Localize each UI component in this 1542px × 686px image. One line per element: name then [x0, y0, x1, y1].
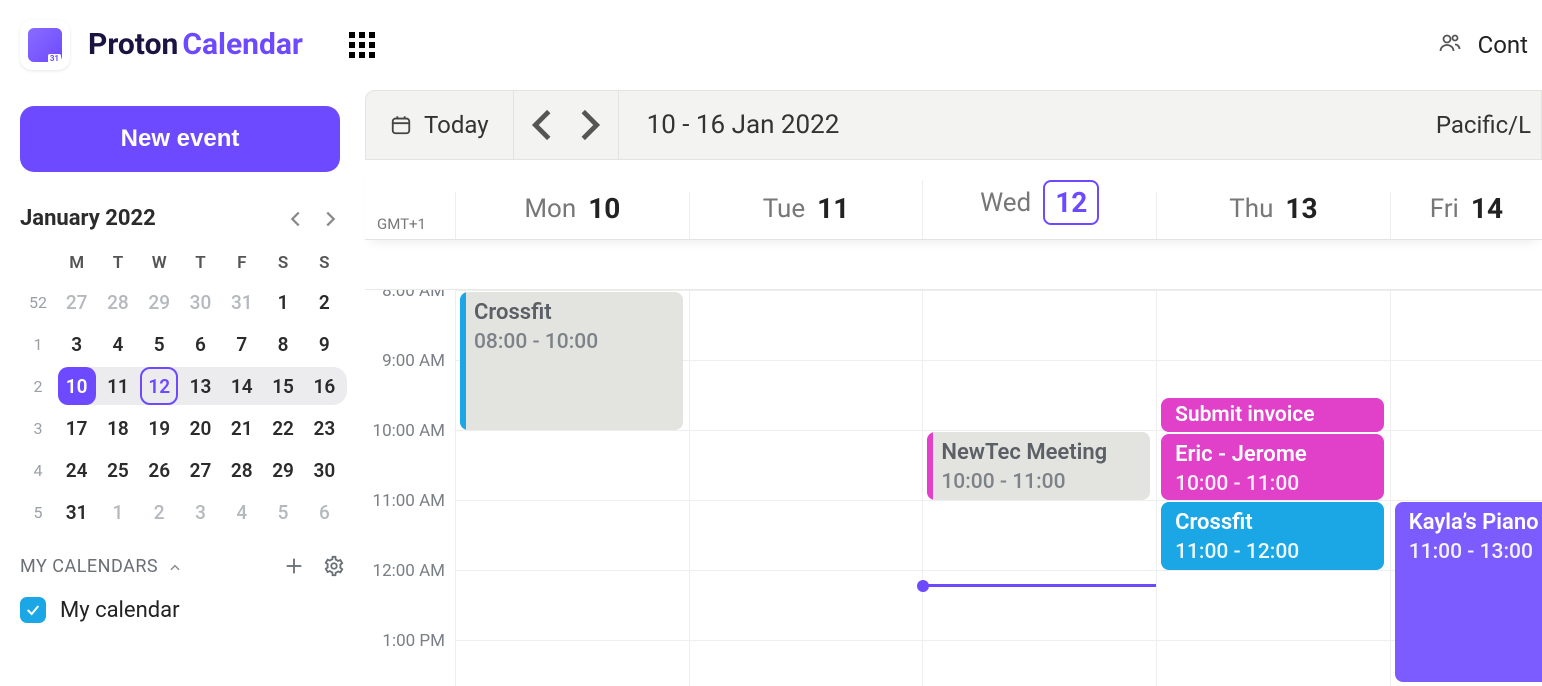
- mini-day[interactable]: 26: [139, 451, 180, 489]
- mini-day[interactable]: 4: [221, 493, 262, 531]
- event-newtec[interactable]: NewTec Meeting 10:00 - 11:00: [927, 432, 1150, 500]
- day-col-mon[interactable]: Crossfit 08:00 - 10:00: [455, 290, 689, 686]
- mini-day[interactable]: 25: [97, 451, 138, 489]
- add-calendar-button[interactable]: [283, 555, 305, 577]
- day-head-fri[interactable]: Fri 14: [1390, 192, 1542, 239]
- date-range: 10 - 16 Jan 2022: [619, 110, 1418, 140]
- mini-day[interactable]: 19: [139, 409, 180, 447]
- allday-row: [365, 240, 1542, 290]
- mini-day[interactable]: 15: [262, 367, 303, 405]
- mini-day[interactable]: 5: [262, 493, 303, 531]
- mini-day[interactable]: 12: [139, 367, 180, 405]
- mini-day[interactable]: 27: [180, 451, 221, 489]
- brand-icon: 31: [20, 20, 70, 70]
- calendar-checkbox[interactable]: [20, 597, 46, 623]
- mini-day[interactable]: 29: [262, 451, 303, 489]
- mini-day[interactable]: 6: [304, 493, 345, 531]
- mini-day[interactable]: 29: [139, 283, 180, 321]
- sidebar: New event January 2022 MTWTFSS5227282930…: [0, 90, 365, 686]
- time-label: 9:00 AM: [365, 351, 455, 421]
- time-gutter: 8:00 AM9:00 AM10:00 AM11:00 AM12:00 AM1:…: [365, 290, 455, 686]
- day-head-mon[interactable]: Mon 10: [455, 192, 689, 239]
- calendar-settings-button[interactable]: [323, 555, 345, 577]
- contacts-icon[interactable]: [1438, 31, 1462, 59]
- timezone-short[interactable]: Pacific/L: [1418, 111, 1541, 139]
- mini-day[interactable]: 28: [221, 451, 262, 489]
- brand-name-1: Proton: [88, 27, 178, 62]
- mini-day[interactable]: 2: [139, 493, 180, 531]
- mini-day[interactable]: 30: [304, 451, 345, 489]
- mini-day[interactable]: 2: [304, 283, 345, 321]
- mini-day[interactable]: 3: [56, 325, 97, 363]
- time-label: 12:00 AM: [365, 561, 455, 631]
- mini-day[interactable]: 31: [56, 493, 97, 531]
- time-grid: 8:00 AM9:00 AM10:00 AM11:00 AM12:00 AM1:…: [365, 290, 1542, 686]
- week-header: GMT+1 Mon 10 Tue 11 Wed 12 Thu 13: [365, 160, 1542, 240]
- calendar-label: My calendar: [60, 598, 180, 623]
- time-label: 10:00 AM: [365, 421, 455, 491]
- mini-day[interactable]: 13: [180, 367, 221, 405]
- my-calendars-toggle[interactable]: MY CALENDARS: [20, 556, 182, 577]
- mini-day[interactable]: 17: [56, 409, 97, 447]
- mini-next-month[interactable]: [319, 208, 341, 230]
- day-head-tue[interactable]: Tue 11: [689, 192, 923, 239]
- today-button[interactable]: Today: [366, 91, 514, 159]
- mini-day[interactable]: 23: [304, 409, 345, 447]
- prev-week-button[interactable]: [520, 102, 566, 148]
- topbar: 31 Proton Calendar Cont: [0, 0, 1542, 90]
- event-eric-jerome[interactable]: Eric - Jerome 10:00 - 11:00: [1161, 434, 1384, 500]
- day-col-fri[interactable]: Kayla’s Piano 11:00 - 13:00: [1390, 290, 1542, 686]
- mini-day[interactable]: 14: [221, 367, 262, 405]
- apps-grid-icon[interactable]: [349, 32, 375, 58]
- day-col-wed[interactable]: NewTec Meeting 10:00 - 11:00: [922, 290, 1156, 686]
- mini-day[interactable]: 5: [139, 325, 180, 363]
- mini-day[interactable]: 3: [180, 493, 221, 531]
- mini-day[interactable]: 11: [97, 367, 138, 405]
- mini-day[interactable]: 8: [262, 325, 303, 363]
- mini-day[interactable]: 4: [97, 325, 138, 363]
- toolbar: Today 10 - 16 Jan 2022 Pacific/L: [365, 90, 1542, 160]
- event-kayla-piano[interactable]: Kayla’s Piano 11:00 - 13:00: [1395, 502, 1542, 682]
- mini-day[interactable]: 18: [97, 409, 138, 447]
- time-label: 11:00 AM: [365, 491, 455, 561]
- mini-day[interactable]: 30: [180, 283, 221, 321]
- day-head-wed[interactable]: Wed 12: [922, 180, 1156, 239]
- day-head-thu[interactable]: Thu 13: [1156, 192, 1390, 239]
- mini-day[interactable]: 10: [56, 367, 97, 405]
- event-crossfit-mon[interactable]: Crossfit 08:00 - 10:00: [460, 292, 683, 430]
- mini-day[interactable]: 1: [97, 493, 138, 531]
- calendar-item[interactable]: My calendar: [20, 597, 345, 623]
- brand[interactable]: 31 Proton Calendar: [20, 20, 303, 70]
- mini-day[interactable]: 1: [262, 283, 303, 321]
- time-label: 8:00 AM: [365, 290, 455, 351]
- brand-name-2: Calendar: [182, 27, 303, 62]
- day-col-thu[interactable]: Submit invoice Eric - Jerome 10:00 - 11:…: [1156, 290, 1390, 686]
- mini-day[interactable]: 20: [180, 409, 221, 447]
- time-label: 1:00 PM: [365, 631, 455, 686]
- mini-day[interactable]: 28: [97, 283, 138, 321]
- mini-day[interactable]: 9: [304, 325, 345, 363]
- mini-day[interactable]: 6: [180, 325, 221, 363]
- mini-calendar: MTWTFSS522728293031121345678921011121314…: [20, 245, 345, 533]
- mini-day[interactable]: 31: [221, 283, 262, 321]
- main: Today 10 - 16 Jan 2022 Pacific/L GMT+1 M…: [365, 90, 1542, 686]
- mini-day[interactable]: 7: [221, 325, 262, 363]
- mini-day[interactable]: 21: [221, 409, 262, 447]
- new-event-button[interactable]: New event: [20, 106, 340, 172]
- mini-day[interactable]: 16: [304, 367, 345, 405]
- caret-up-icon: [168, 559, 182, 573]
- event-submit-invoice[interactable]: Submit invoice: [1161, 398, 1384, 432]
- mini-day[interactable]: 22: [262, 409, 303, 447]
- mini-month-title: January 2022: [20, 206, 156, 231]
- mini-prev-month[interactable]: [285, 208, 307, 230]
- next-week-button[interactable]: [566, 102, 612, 148]
- event-crossfit-thu[interactable]: Crossfit 11:00 - 12:00: [1161, 502, 1384, 570]
- mini-day[interactable]: 24: [56, 451, 97, 489]
- now-indicator: [923, 584, 1156, 587]
- calendar-icon: [390, 114, 412, 136]
- day-col-tue[interactable]: [689, 290, 923, 686]
- mini-day[interactable]: 27: [56, 283, 97, 321]
- contacts-label[interactable]: Cont: [1478, 31, 1528, 59]
- tz-offset: GMT+1: [365, 215, 455, 239]
